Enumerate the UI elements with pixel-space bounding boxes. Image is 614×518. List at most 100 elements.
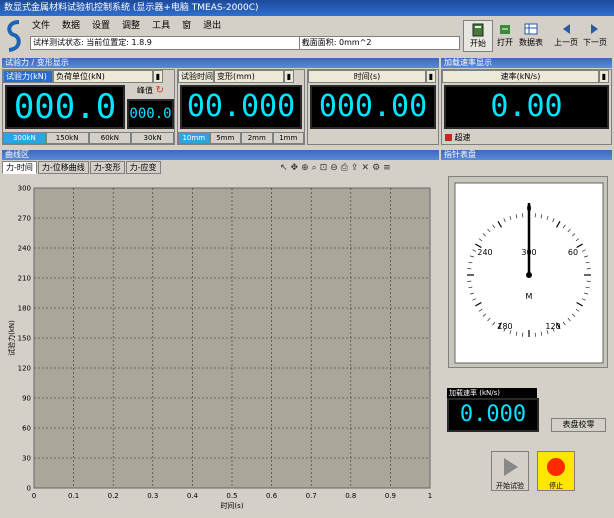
y-tick-label: 180	[18, 305, 31, 313]
tab-force-time[interactable]: 力-时间	[2, 161, 37, 174]
toolbar-start-button[interactable]: 开始	[463, 20, 493, 52]
disp-range-2[interactable]: 2mm	[241, 132, 273, 144]
pressure-dial: 0 60 120 180 240 300 M	[454, 182, 604, 364]
toolbar-next-button[interactable]: 下一页	[580, 20, 610, 52]
time-panel: 时间(s) ▮ 000.00	[307, 69, 439, 145]
stop-button[interactable]: 停止	[537, 451, 575, 491]
y-axis-label: 试验力(kN)	[7, 320, 16, 356]
refresh-icon[interactable]: ↻	[156, 85, 164, 96]
displacement-label1: 试验时间	[178, 70, 214, 83]
toolbar-start-label: 开始	[470, 39, 486, 48]
stop-label: 停止	[549, 482, 563, 490]
time-label: 时间(s)	[308, 70, 426, 83]
menu-window[interactable]: 窗	[180, 19, 193, 33]
rate-status: 超速	[445, 132, 471, 144]
dial-label-120: 120	[545, 322, 560, 331]
menu-exit[interactable]: 退出	[201, 19, 223, 33]
force-range-30[interactable]: 30kN	[131, 132, 174, 144]
y-tick-label: 210	[18, 275, 31, 283]
zoom-out-icon[interactable]: ⊖	[330, 162, 338, 174]
tab-force-deformation[interactable]: 力-变形	[89, 161, 125, 174]
rate-panel: 速率(kN/s) ▮ 0.00 超速	[441, 69, 612, 145]
dial-rate-label: 加载速率 (kN/s)	[447, 388, 537, 398]
delete-icon[interactable]: ✕	[362, 162, 370, 174]
menu-tools[interactable]: 工具	[150, 19, 172, 33]
legend-icon[interactable]: ≡	[383, 162, 391, 174]
toolbar-table-label: 数据表	[519, 38, 543, 47]
y-tick-label: 0	[27, 485, 31, 493]
y-tick-label: 240	[18, 245, 31, 253]
menu-file[interactable]: 文件	[30, 19, 52, 33]
table-icon	[524, 23, 538, 35]
toolbar-table-button[interactable]: 数据表	[516, 20, 546, 52]
x-tick-label: 0.8	[345, 492, 356, 500]
zoom-icon[interactable]: ⊕	[301, 162, 309, 174]
force-panel: 试验力(kN) 负荷单位(kN) ▮ 000.0 峰值 ↻ 000.0 300k…	[2, 69, 175, 145]
next-icon	[591, 24, 598, 34]
force-time-chart[interactable]: 0 0.1 0.2 0.3 0.4 0.5 0.6 0.7 0.8 0.9 1 0 30 60 90 120…	[2, 176, 438, 512]
menu-bar: 文件 数据 设置 调整 工具 窗 退出	[30, 19, 223, 33]
force-display: 000.0	[5, 85, 125, 129]
displacement-panel: 试验时间 变形(mm) ▮ 00.000 10mm 5mm 2mm 1mm	[177, 69, 305, 145]
time-display: 000.00	[310, 85, 436, 129]
force-label: 试验力(kN)	[3, 70, 53, 83]
x-tick-label: 0	[32, 492, 36, 500]
chart-toolbar: ↖ ✥ ⊕ ⌕ ⊡ ⊖ ⎙ ⇪ ✕ ⚙ ≡	[280, 162, 438, 174]
x-tick-label: 0.7	[306, 492, 317, 500]
y-tick-label: 120	[18, 365, 31, 373]
time-menu-button[interactable]: ▮	[426, 70, 436, 83]
start-test-button[interactable]: 开始试验	[491, 451, 529, 491]
force-range-60[interactable]: 60kN	[88, 132, 132, 144]
displacement-label2: 变形(mm)	[214, 70, 284, 83]
dial-rate-display: 0.000	[447, 398, 539, 432]
x-axis-label: 时间(s)	[220, 501, 243, 510]
displacement-menu-button[interactable]: ▮	[284, 70, 294, 83]
hand-icon[interactable]: ✥	[291, 162, 299, 174]
y-tick-label: 270	[18, 215, 31, 223]
rate-menu-button[interactable]: ▮	[599, 70, 609, 83]
y-tick-label: 90	[22, 395, 31, 403]
rate-panel-header: 加载速率显示	[441, 58, 612, 68]
toolbar-prev-button[interactable]: 上一页	[551, 20, 581, 52]
x-tick-label: 0.1	[68, 492, 79, 500]
displacement-range-tabs: 10mm 5mm 2mm 1mm	[178, 132, 304, 144]
stop-icon	[547, 458, 565, 476]
status-indicator-icon	[445, 134, 452, 141]
x-tick-label: 0.4	[187, 492, 199, 500]
force-range-150[interactable]: 150kN	[45, 132, 89, 144]
app-logo-icon	[7, 20, 21, 52]
x-tick-label: 1	[428, 492, 432, 500]
disp-range-10[interactable]: 10mm	[178, 132, 210, 144]
y-tick-label: 60	[22, 425, 31, 433]
export-icon[interactable]: ⇪	[351, 162, 359, 174]
menu-adjust[interactable]: 调整	[120, 19, 142, 33]
disp-range-5[interactable]: 5mm	[209, 132, 241, 144]
dial-center-label: M	[526, 292, 533, 301]
settings-icon[interactable]: ⚙	[372, 162, 380, 174]
force-menu-button[interactable]: ▮	[153, 70, 163, 83]
curve-panel-header: 曲线区	[2, 150, 439, 160]
menu-settings[interactable]: 设置	[90, 19, 112, 33]
pointer-icon[interactable]: ↖	[280, 162, 288, 174]
force-range-300[interactable]: 300kN	[3, 132, 46, 144]
fit-icon[interactable]: ⊡	[320, 162, 328, 174]
rate-label: 速率(kN/s)	[442, 70, 599, 83]
x-tick-label: 0.5	[226, 492, 237, 500]
dial-panel-header: 指针表盘	[441, 150, 612, 160]
x-tick-label: 0.9	[385, 492, 396, 500]
search-icon[interactable]: ⌕	[312, 162, 317, 174]
force-unit-select[interactable]: 负荷单位(kN)	[53, 70, 153, 83]
prev-icon	[563, 24, 570, 34]
test-status-text: 试样测试状态: 当前位置定: 1.8.9	[31, 37, 300, 49]
rate-display: 0.00	[444, 85, 609, 129]
force-range-tabs: 300kN 150kN 60kN 30kN	[3, 132, 174, 144]
disp-range-1[interactable]: 1mm	[272, 132, 304, 144]
print-icon[interactable]: ⎙	[341, 162, 348, 174]
menu-data[interactable]: 数据	[60, 19, 82, 33]
tab-force-strain[interactable]: 力-应变	[125, 161, 161, 174]
dial-reset-button[interactable]: 表盘校零	[551, 418, 606, 432]
dial-label-60: 60	[568, 248, 578, 257]
x-tick-label: 0.3	[147, 492, 158, 500]
tab-force-displacement[interactable]: 力-位移曲线	[37, 161, 89, 174]
toolbar-prev-label: 上一页	[554, 38, 578, 47]
